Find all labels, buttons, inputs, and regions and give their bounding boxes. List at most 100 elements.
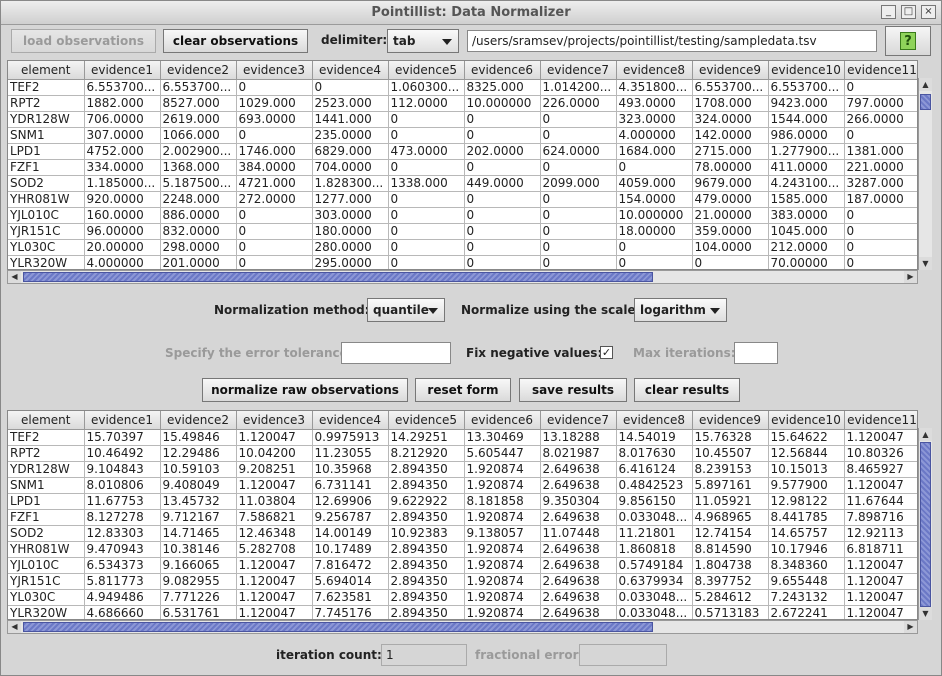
- table-cell[interactable]: 9.577900: [768, 477, 845, 494]
- table-cell[interactable]: 1.920874: [464, 461, 541, 478]
- table-cell[interactable]: 9423.000: [768, 95, 845, 112]
- table-cell[interactable]: 0: [616, 255, 693, 269]
- table-cell[interactable]: 7.243132: [768, 589, 845, 606]
- table-cell[interactable]: 307.0000: [84, 127, 161, 144]
- table-cell[interactable]: 2.649638: [540, 557, 617, 574]
- table-cell[interactable]: 1.120047: [236, 429, 313, 446]
- table-cell[interactable]: 11.03804: [236, 493, 313, 510]
- table-cell[interactable]: 201.0000: [160, 255, 237, 269]
- table-cell[interactable]: 693.0000: [236, 111, 313, 128]
- table-cell[interactable]: 4.000000: [616, 127, 693, 144]
- table-cell[interactable]: 8325.000: [464, 79, 541, 96]
- close-icon[interactable]: ×: [921, 5, 936, 19]
- column-header[interactable]: evidence4: [312, 61, 389, 80]
- table-cell[interactable]: 6.553700...: [84, 79, 161, 96]
- table-cell[interactable]: YLR320W: [8, 255, 85, 269]
- table-cell[interactable]: 9679.000: [692, 175, 769, 192]
- table-cell[interactable]: 1.120047: [236, 573, 313, 590]
- table-cell[interactable]: 1.120047: [236, 589, 313, 606]
- table-cell[interactable]: 21.00000: [692, 207, 769, 224]
- table-row[interactable]: FZF1 334.0000 1368.000 384.0000 704.0000 0 0 0 0…: [8, 159, 917, 176]
- table-cell[interactable]: 10.92383: [388, 525, 465, 542]
- table-cell[interactable]: 6.553700...: [692, 79, 769, 96]
- table-cell[interactable]: 15.70397: [84, 429, 161, 446]
- column-header[interactable]: evidence5: [388, 411, 465, 430]
- table-cell[interactable]: 2.649638: [540, 589, 617, 606]
- table-cell[interactable]: 266.0000: [844, 111, 917, 128]
- table-cell[interactable]: YDR128W: [8, 111, 85, 128]
- max-iterations-input[interactable]: [734, 342, 778, 364]
- table-cell[interactable]: 1277.000: [312, 191, 389, 208]
- table-cell[interactable]: 6.731141: [312, 477, 389, 494]
- table-row[interactable]: YDR128W 706.0000 2619.000 693.0000 1441.000 0…: [8, 111, 917, 128]
- table-row[interactable]: RPT2 1882.000 8527.000 1029.000 2523.000 112.…: [8, 95, 917, 112]
- table-cell[interactable]: SOD2: [8, 525, 85, 542]
- clear-results-button[interactable]: clear results: [634, 378, 740, 402]
- table-row[interactable]: YJL010C 160.0000 886.0000 0 303.0000 0 0 0 10.00…: [8, 207, 917, 224]
- table-cell[interactable]: 2248.000: [160, 191, 237, 208]
- scroll-down-icon[interactable]: ▼: [919, 257, 932, 270]
- table-cell[interactable]: 5.897161: [692, 477, 769, 494]
- table-row[interactable]: SNM1 307.0000 1066.000 0 235.0000 0 0 0 4.000000…: [8, 127, 917, 144]
- table-cell[interactable]: 9.712167: [160, 509, 237, 526]
- table-row[interactable]: YL030C 20.00000 298.0000 0 280.0000 0 0 0 0 104.0…: [8, 239, 917, 256]
- table-cell[interactable]: 272.0000: [236, 191, 313, 208]
- column-header[interactable]: evidence10: [768, 61, 845, 80]
- table-cell[interactable]: 0: [388, 255, 465, 269]
- table-cell[interactable]: 11.67753: [84, 493, 161, 510]
- table-cell[interactable]: 2.649638: [540, 461, 617, 478]
- table-cell[interactable]: 0: [844, 255, 917, 269]
- table-cell[interactable]: 235.0000: [312, 127, 389, 144]
- table-cell[interactable]: TEF2: [8, 429, 85, 446]
- table-cell[interactable]: 295.0000: [312, 255, 389, 269]
- table-cell[interactable]: 0: [312, 79, 389, 96]
- table-cell[interactable]: 797.0000: [844, 95, 917, 112]
- table-cell[interactable]: 8.181858: [464, 493, 541, 510]
- table-cell[interactable]: 1.120047: [844, 429, 917, 446]
- scroll-thumb[interactable]: [920, 442, 931, 607]
- table-cell[interactable]: 2.649638: [540, 605, 617, 619]
- table-cell[interactable]: 142.0000: [692, 127, 769, 144]
- table-cell[interactable]: 1544.000: [768, 111, 845, 128]
- table-cell[interactable]: 10.15013: [768, 461, 845, 478]
- table-cell[interactable]: 9.622922: [388, 493, 465, 510]
- table-cell[interactable]: 6829.000: [312, 143, 389, 160]
- table-cell[interactable]: 8.397752: [692, 573, 769, 590]
- normalized-results-table[interactable]: element evidence1 evidence2 evidence3 eviden…: [7, 410, 918, 620]
- table-cell[interactable]: 7.771226: [160, 589, 237, 606]
- table-cell[interactable]: 920.0000: [84, 191, 161, 208]
- table-cell[interactable]: 2523.000: [312, 95, 389, 112]
- table-cell[interactable]: 0.033048...: [616, 509, 693, 526]
- table-cell[interactable]: 1.120047: [844, 589, 917, 606]
- column-header[interactable]: evidence6: [464, 61, 541, 80]
- table-cell[interactable]: YJR151C: [8, 573, 85, 590]
- normalize-raw-observations-button[interactable]: normalize raw observations: [202, 378, 408, 402]
- table-cell[interactable]: 0: [464, 111, 541, 128]
- table-cell[interactable]: 0.5713183: [692, 605, 769, 619]
- table-cell[interactable]: 0: [388, 223, 465, 240]
- table-cell[interactable]: 1585.000: [768, 191, 845, 208]
- table-cell[interactable]: 0: [844, 223, 917, 240]
- table-cell[interactable]: 8.465927: [844, 461, 917, 478]
- table-cell[interactable]: 1.120047: [844, 477, 917, 494]
- table-cell[interactable]: 14.29251: [388, 429, 465, 446]
- table-cell[interactable]: 18.00000: [616, 223, 693, 240]
- table-cell[interactable]: 2.894350: [388, 509, 465, 526]
- table-cell[interactable]: 212.0000: [768, 239, 845, 256]
- table-cell[interactable]: 0: [464, 191, 541, 208]
- table-cell[interactable]: 0.033048...: [616, 589, 693, 606]
- table-cell[interactable]: 0.033048...: [616, 605, 693, 619]
- table-cell[interactable]: 12.46348: [236, 525, 313, 542]
- column-header[interactable]: evidence4: [312, 411, 389, 430]
- table-cell[interactable]: 11.05921: [692, 493, 769, 510]
- scroll-left-icon[interactable]: ◀: [8, 621, 21, 633]
- column-header[interactable]: evidence11: [844, 61, 917, 80]
- minimize-icon[interactable]: _: [881, 5, 896, 19]
- table-cell[interactable]: 0: [388, 159, 465, 176]
- table-row[interactable]: YHR081W 920.0000 2248.000 272.0000 1277.000 0…: [8, 191, 917, 208]
- column-header[interactable]: evidence2: [160, 411, 237, 430]
- raw-observations-table[interactable]: element evidence1 evidence2 evidence3 eviden…: [7, 60, 918, 270]
- table-row[interactable]: YHR081W 9.470943 10.38146 5.282708 10.17489 2…: [8, 541, 917, 558]
- table-cell[interactable]: 13.30469: [464, 429, 541, 446]
- table-cell[interactable]: 9.166065: [160, 557, 237, 574]
